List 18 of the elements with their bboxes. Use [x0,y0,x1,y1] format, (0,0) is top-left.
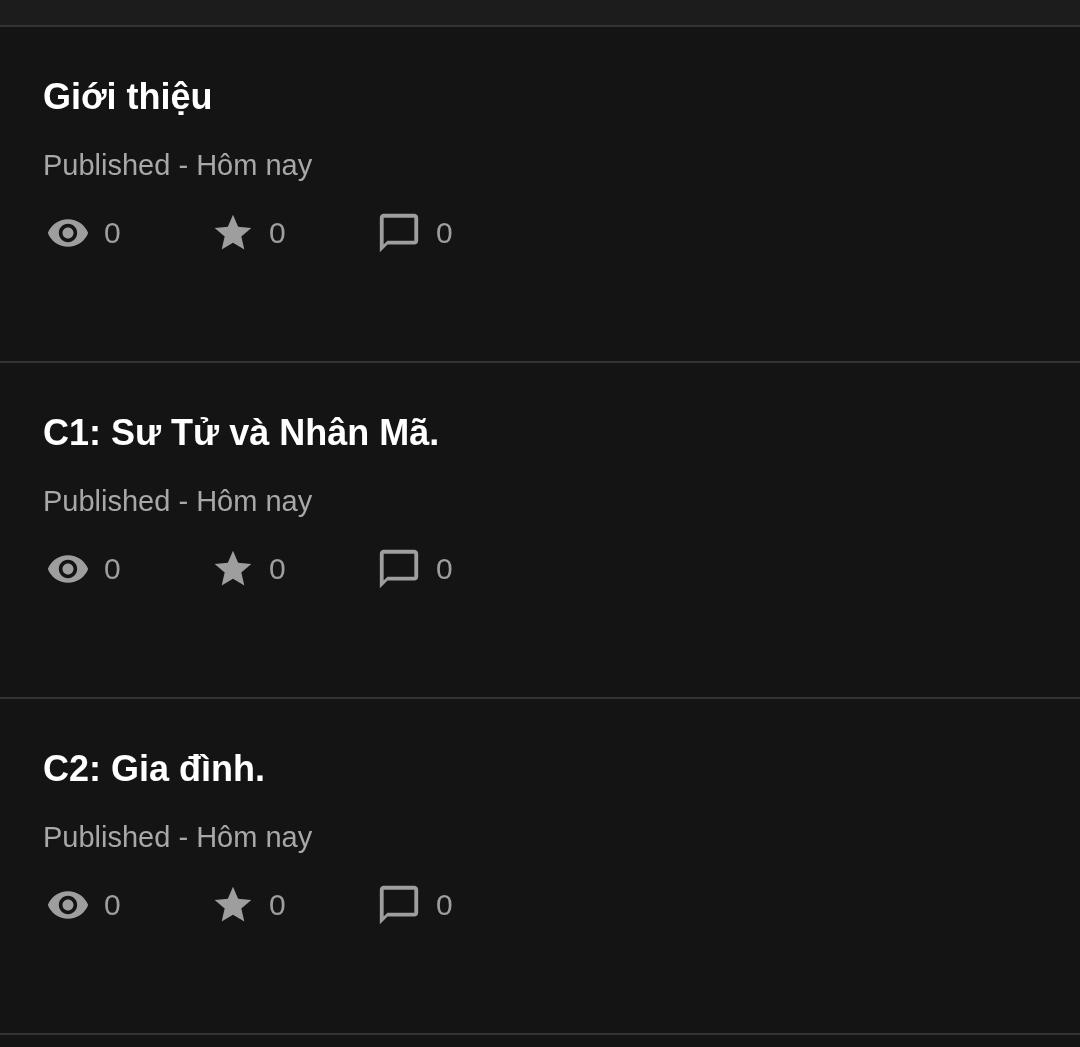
publish-status: Published - Hôm nay [43,484,314,519]
view-count: 0 [104,887,121,923]
part-title: Giới thiệu [43,77,214,117]
view-count: 0 [104,215,121,251]
vote-count: 0 [269,887,286,923]
part-row[interactable]: C1: Sư Tử và Nhân Mã. Published - Hôm nay 0 0 0 [0,363,1080,699]
part-title: C1: Sư Tử và Nhân Mã. [43,413,441,453]
view-count: 0 [104,551,121,587]
comment-count: 0 [436,551,453,587]
publish-status: Published - Hôm nay [43,820,314,855]
vote-count: 0 [269,215,286,251]
comment-count: 0 [436,887,453,923]
publish-status: Published - Hôm nay [43,148,314,183]
comment-count: 0 [436,215,453,251]
part-title: C2: Gia đình. [43,749,266,789]
part-row[interactable]: Giới thiệu Published - Hôm nay 0 0 0 [0,27,1080,363]
part-row[interactable]: C2: Gia đình. Published - Hôm nay 0 0 0 [0,699,1080,1035]
vote-count: 0 [269,551,286,587]
